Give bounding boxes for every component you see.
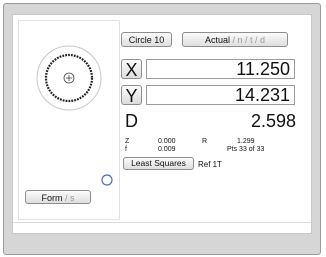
crosshair-icon <box>64 73 74 83</box>
x-value: 11.250 <box>236 59 290 79</box>
form-button-label: Form <box>41 193 63 203</box>
r-value: 1.299 <box>237 138 255 145</box>
x-value-field[interactable]: 11.250 <box>146 59 295 79</box>
y-axis-button[interactable]: Y <box>121 85 142 106</box>
x-axis-label: X <box>125 60 138 80</box>
diameter-label: D <box>125 111 138 131</box>
least-squares-label: Least Squares <box>131 158 186 168</box>
f-label: f <box>125 146 127 153</box>
feature-preview-panel: Form / s <box>18 20 120 220</box>
points-count: Pts 33 of 33 <box>227 146 265 153</box>
device-frame: Form / s Circle 10 Actual / n / t / d X … <box>3 3 321 255</box>
measurement-screen: Form / s Circle 10 Actual / n / t / d X … <box>12 14 312 234</box>
r-label: R <box>202 138 208 145</box>
feature-select-button[interactable]: Circle 10 <box>121 32 172 47</box>
feature-select-label: Circle 10 <box>128 35 165 45</box>
mode-button-options: / n / t / d <box>230 35 266 45</box>
mode-button[interactable]: Actual / n / t / d <box>182 32 288 47</box>
bottom-divider <box>13 222 311 223</box>
form-button[interactable]: Form / s <box>25 190 91 204</box>
y-value-field[interactable]: 14.231 <box>146 85 295 105</box>
y-axis-label: Y <box>125 86 138 106</box>
least-squares-button[interactable]: Least Squares <box>123 157 194 170</box>
z-value: 0.000 <box>158 138 176 145</box>
y-value: 14.231 <box>234 85 290 105</box>
x-axis-button[interactable]: X <box>121 59 142 80</box>
z-label: Z <box>125 138 130 145</box>
mode-button-label: Actual <box>204 35 230 45</box>
diameter-value: 2.598 <box>250 111 296 131</box>
circle-indicator-icon[interactable] <box>101 174 113 186</box>
reference-label: Ref 1T <box>198 160 223 169</box>
f-value: 0.009 <box>158 146 176 153</box>
form-button-options: / s <box>62 193 75 203</box>
